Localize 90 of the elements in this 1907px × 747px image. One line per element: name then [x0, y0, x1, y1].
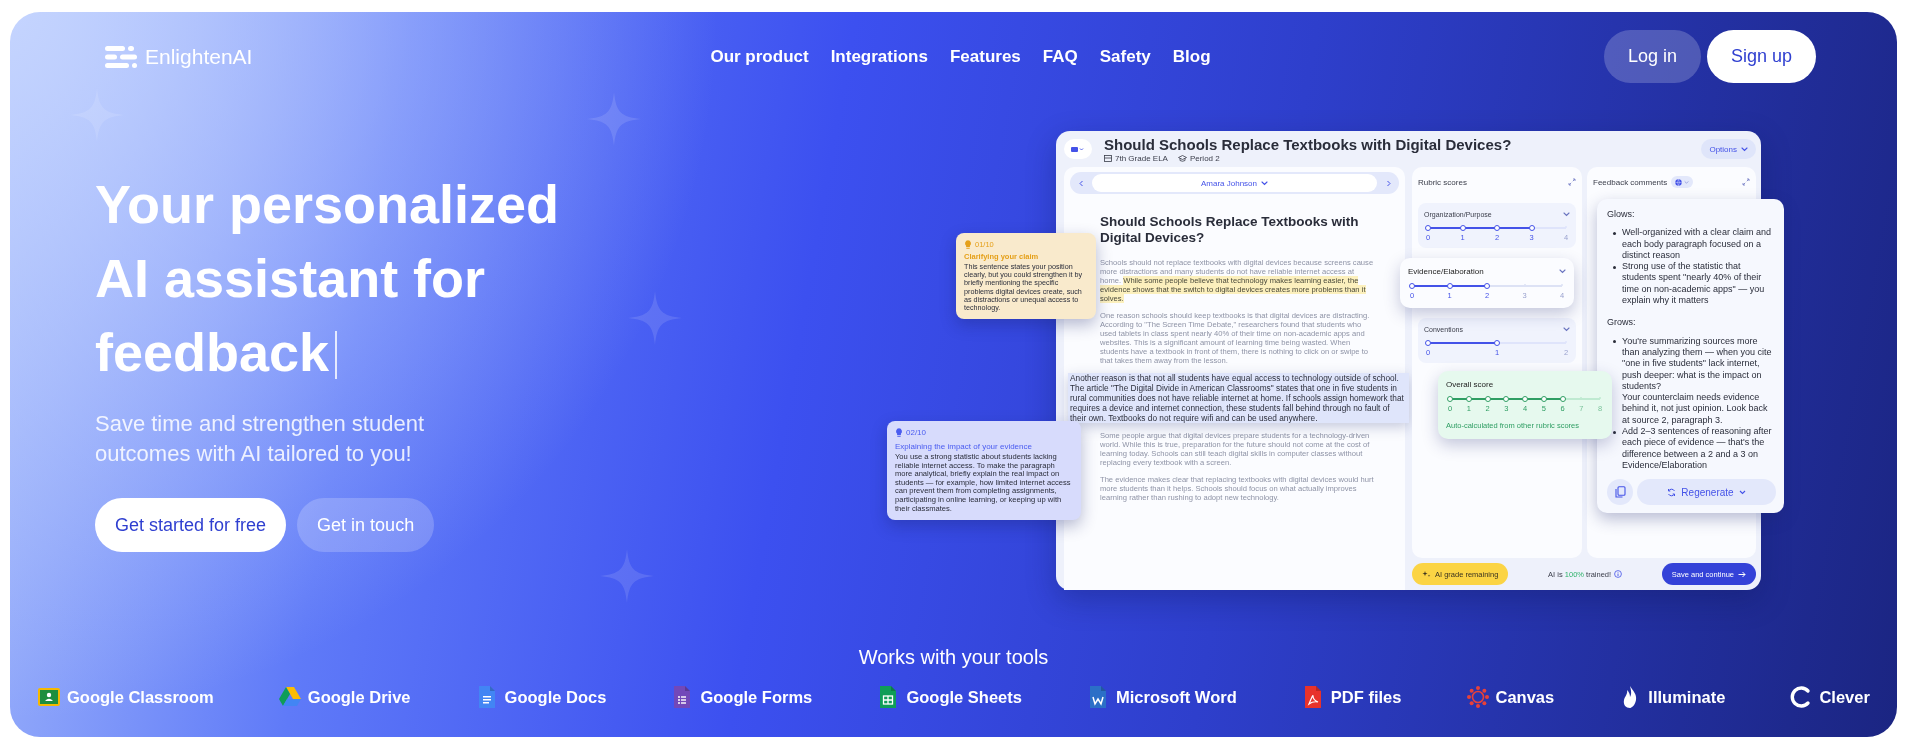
globe-icon: [1675, 178, 1683, 186]
scale-dot[interactable]: [1484, 283, 1490, 289]
caret-icon: [1261, 179, 1268, 187]
highlighted-paragraph: Another reason is that not all students have equal access to technology outside of school. The article "The Digital Divide in American Classrooms" states that one in five students in rural communities does not have reliable internet at home. If schools assign homework that requires a device and internet connection, these students fall behind through no fault of their own. Textbooks do not require wifi and can be used anywhere.: [1068, 373, 1409, 423]
tip-counter: 02/10: [906, 428, 927, 437]
feedback-text: Strong use of the statistic that students spent "nearly 40% of their time on non-academic apps" — you explain why it matters: [1622, 261, 1766, 307]
tool-name: Canvas: [1495, 687, 1555, 707]
scale-dot[interactable]: [1459, 225, 1466, 231]
expand-icon[interactable]: [1742, 178, 1750, 186]
scale-dot[interactable]: [1559, 396, 1566, 402]
ring-icon: [1465, 685, 1490, 709]
tool-name: Google Sheets: [906, 687, 1022, 707]
tool-name: PDF files: [1330, 687, 1402, 707]
info-icon[interactable]: [1614, 570, 1623, 578]
book-icon: [1104, 154, 1112, 162]
scale-dot[interactable]: [1447, 396, 1453, 402]
criterion-name: Evidence/Elaboration: [1408, 267, 1484, 276]
expand-icon[interactable]: [1568, 178, 1576, 186]
options-button[interactable]: Options: [1701, 139, 1756, 159]
tool-name: Google Forms: [700, 687, 813, 707]
scale-dot[interactable]: [1522, 396, 1528, 402]
scale-dot[interactable]: [1540, 396, 1547, 402]
scale-dot[interactable]: [1494, 340, 1500, 346]
menu-icon: [1071, 145, 1085, 153]
nav-link[interactable]: Blog: [1172, 46, 1211, 67]
scale-dot[interactable]: [1446, 283, 1453, 289]
caret-icon: [1738, 488, 1746, 496]
login-button[interactable]: Log in: [1603, 30, 1701, 83]
caret-icon: [1559, 268, 1566, 275]
tool-name: Illuminate: [1648, 687, 1726, 707]
nav-link[interactable]: Safety: [1099, 46, 1151, 67]
text-cursor: [335, 331, 338, 379]
panel-title: Feedback comments: [1593, 177, 1668, 187]
panel-title: Rubric scores: [1418, 177, 1467, 187]
class-label: 7th Grade ELA: [1115, 153, 1168, 163]
headline: Your personalized AI assistant for feedback: [95, 173, 561, 384]
feedback-text: Well-organized with a clear claim and each body paragraph focused on a distinct reason: [1622, 227, 1772, 262]
cap-icon: [1177, 154, 1187, 162]
tool-name: Clever: [1819, 687, 1870, 707]
section-title: Works with your tools: [857, 645, 1050, 669]
essay-title: Should Schools Replace Textbooks with Digital Devices?: [1100, 214, 1360, 246]
scale-dot[interactable]: [1494, 225, 1500, 231]
scale-dot[interactable]: [1425, 340, 1431, 346]
nav-link[interactable]: Integrations: [830, 46, 928, 67]
bullet-dot: [1613, 231, 1616, 235]
signup-button[interactable]: Sign up: [1706, 30, 1816, 83]
caret-icon: [1684, 179, 1690, 185]
caret-icon: [1741, 145, 1748, 153]
nav-link[interactable]: Our product: [710, 46, 809, 67]
chevron-left-icon: [1077, 179, 1085, 187]
caret-icon: [1563, 211, 1570, 218]
scale-dot[interactable]: [1409, 283, 1415, 289]
bullet-dot: [1613, 265, 1616, 269]
tool-name: Microsoft Word: [1116, 687, 1237, 707]
feedback-text: Add 2–3 sentences of reasoning after each piece of evidence — that's the difference between a 2 and a 3 on Evidence/Elaboration: [1622, 426, 1773, 472]
get-started-button[interactable]: Get started for free: [95, 498, 287, 552]
copy-button[interactable]: [1607, 479, 1633, 506]
student-selector[interactable]: Amara Johnson: [1092, 174, 1377, 192]
document-title: Should Schools Replace Textbooks with Digital Devices?: [1104, 135, 1513, 153]
scale-dot[interactable]: [1503, 396, 1510, 402]
nav-link[interactable]: Features: [949, 46, 1021, 67]
copy-icon: [1614, 486, 1626, 499]
bullet-dot: [1613, 430, 1616, 434]
regenerate-button[interactable]: Regenerate: [1637, 479, 1776, 506]
section-heading: Glows:: [1607, 209, 1636, 221]
scale-dot[interactable]: [1425, 225, 1431, 231]
scale-dot[interactable]: [1528, 225, 1535, 231]
tool-name: Google Classroom: [67, 687, 214, 707]
scale-dot[interactable]: [1465, 396, 1472, 402]
logo-icon: [105, 45, 137, 68]
triangle-icon: [277, 685, 302, 709]
scale-dot[interactable]: [1484, 396, 1491, 402]
section-heading: Grows:: [1607, 317, 1637, 329]
board-icon: [37, 685, 61, 709]
subtitle: Save time and strengthen student outcomes with AI tailored to you!: [95, 410, 425, 468]
feedback-text: You're summarizing sources more than analyzing them — when you cite "one in five students" lack internet, push deeper: what is the impact on students?: [1622, 335, 1773, 393]
caret-icon: [1563, 326, 1570, 333]
overall-title: Overall score: [1446, 380, 1495, 389]
period-label: Period 2: [1189, 153, 1220, 163]
chevron-right-icon: [1384, 179, 1392, 187]
menu-button[interactable]: [1064, 139, 1092, 159]
tip-title: Explaining the impact of your evidence: [895, 442, 1033, 451]
arrow-icon: [1738, 570, 1746, 578]
feedback-text: Your counterclaim needs evidence behind it, not just opinion. Look back at source 2, paragraph 3.: [1622, 392, 1769, 427]
refresh-icon: [1667, 487, 1677, 497]
tool-name: Google Drive: [307, 687, 411, 707]
bullet-dot: [1613, 340, 1616, 344]
tool-name: Google Docs: [504, 687, 607, 707]
language-button[interactable]: [1671, 176, 1694, 188]
nav-link[interactable]: FAQ: [1042, 46, 1078, 67]
